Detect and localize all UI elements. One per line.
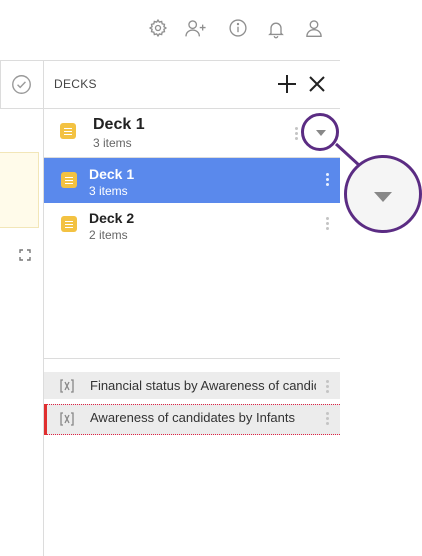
- chevron-down-icon: [374, 192, 392, 202]
- chevron-down-icon: [316, 130, 326, 136]
- dropdown-chevron-highlight[interactable]: [301, 113, 339, 151]
- zoom-callout: [344, 155, 422, 233]
- callout-connector: [334, 142, 362, 168]
